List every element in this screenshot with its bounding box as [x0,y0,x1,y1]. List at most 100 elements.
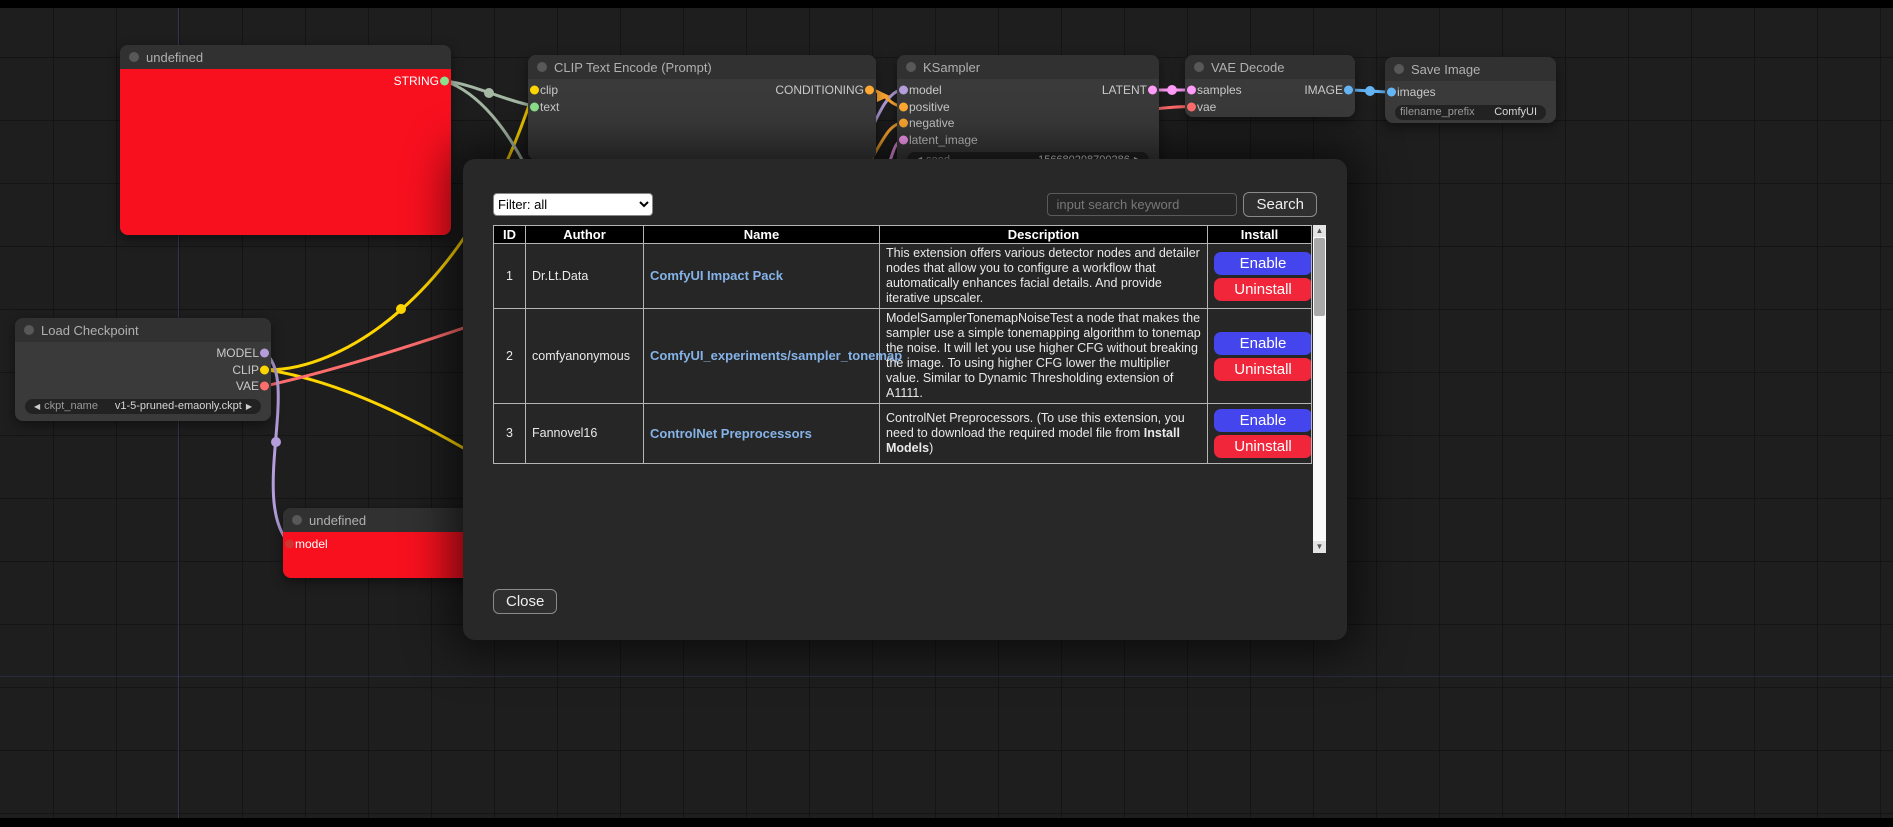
node-title-bar[interactable]: CLIP Text Encode (Prompt) [528,55,876,79]
collapse-dot-icon[interactable] [1394,64,1404,74]
input-slot-label: model [909,83,942,97]
input-port-text[interactable] [530,102,539,111]
cell-author: Fannovel16 [526,404,644,464]
filename-prefix-widget[interactable]: filename_prefix ComfyUI [1395,105,1546,120]
col-header-install: Install [1208,226,1312,244]
ckpt-name-widget[interactable]: ◀ ckpt_name v1-5-pruned-emaonly.ckpt ▶ [25,399,261,414]
node-title-bar[interactable]: VAE Decode [1185,55,1355,79]
node-title-bar[interactable]: undefined [283,508,483,532]
cell-id: 2 [494,309,526,404]
extensions-table: ID Author Name Description Install 1 Dr.… [493,225,1312,464]
node-title-bar[interactable]: undefined [120,45,451,69]
pack-link[interactable]: ComfyUI_experiments/sampler_tonemap [650,348,902,363]
collapse-dot-icon[interactable] [537,62,547,72]
input-port-images[interactable] [1387,88,1396,97]
node-clip-text-encode[interactable]: CLIP Text Encode (Prompt) clip CONDITION… [528,55,876,160]
output-port-model[interactable] [260,349,269,358]
widget-value[interactable]: v1-5-pruned-emaonly.ckpt [98,400,242,412]
cell-description: This extension offers various detector n… [880,244,1208,309]
input-slot-label: negative [909,116,954,130]
input-slot-label: model [295,537,328,551]
node-title: Save Image [1411,62,1480,77]
node-title: KSampler [923,60,980,75]
widget-label: ckpt_name [44,400,98,412]
scrollbar-thumb[interactable] [1314,238,1325,316]
collapse-dot-icon[interactable] [292,515,302,525]
node-title-bar[interactable]: Load Checkpoint [15,318,271,342]
input-slot-label: images [1397,85,1436,99]
node-title-bar[interactable]: KSampler [897,55,1159,79]
pack-link[interactable]: ComfyUI Impact Pack [650,268,783,283]
node-save-image[interactable]: Save Image images filename_prefix ComfyU… [1385,57,1556,123]
canvas-origin-hline [0,676,1893,677]
output-slot-label: CLIP [232,363,259,377]
node-ksampler[interactable]: KSampler model LATENT positive negative … [897,55,1159,168]
input-port-model[interactable] [899,86,908,95]
node-title-bar[interactable]: Save Image [1385,57,1556,81]
input-slot-label: clip [540,83,558,97]
output-port-image[interactable] [1344,86,1353,95]
input-port-model[interactable] [285,540,294,549]
input-slot-label: samples [1197,83,1242,97]
enable-button[interactable]: Enable [1214,332,1312,355]
uninstall-button[interactable]: Uninstall [1214,358,1312,381]
cell-description: ControlNet Preprocessors. (To use this e… [880,404,1208,464]
decrement-arrow-icon[interactable]: ◀ [30,402,44,411]
increment-arrow-icon[interactable]: ▶ [242,402,256,411]
node-title: Load Checkpoint [41,323,139,338]
output-port-clip[interactable] [260,365,269,374]
cell-install: Enable Uninstall [1208,309,1312,404]
input-port-samples[interactable] [1187,86,1196,95]
cell-id: 1 [494,244,526,309]
collapse-dot-icon[interactable] [129,52,139,62]
col-header-name: Name [644,226,880,244]
collapse-dot-icon[interactable] [1194,62,1204,72]
input-slot-label: positive [909,100,950,114]
node-undefined-top[interactable]: undefined STRING [120,45,451,235]
node-undefined-bottom[interactable]: undefined model [283,508,483,578]
enable-button[interactable]: Enable [1214,409,1312,432]
pack-link[interactable]: ControlNet Preprocessors [650,426,812,441]
enable-button[interactable]: Enable [1214,252,1312,275]
input-port-latent-image[interactable] [899,135,908,144]
close-button[interactable]: Close [493,589,557,614]
search-group: Search [1047,192,1317,217]
input-port-clip[interactable] [530,86,539,95]
cell-author: comfyanonymous [526,309,644,404]
cell-id: 3 [494,404,526,464]
input-slot-label: vae [1197,100,1216,114]
output-port-latent[interactable] [1148,86,1157,95]
extensions-table-wrap: ID Author Name Description Install 1 Dr.… [493,225,1317,553]
output-port-string[interactable] [440,77,449,86]
col-header-id: ID [494,226,526,244]
table-scrollbar[interactable]: ▲ ▼ [1313,225,1326,553]
table-row: 1 Dr.Lt.Data ComfyUI Impact Pack This ex… [494,244,1312,309]
input-port-positive[interactable] [899,102,908,111]
output-port-vae[interactable] [260,382,269,391]
cell-install: Enable Uninstall [1208,404,1312,464]
filter-select[interactable]: Filter: all [493,193,653,216]
scroll-down-icon[interactable]: ▼ [1313,541,1326,553]
table-row: 2 comfyanonymous ComfyUI_experiments/sam… [494,309,1312,404]
dialog-toolbar: Filter: all Search [493,192,1317,217]
node-title: CLIP Text Encode (Prompt) [554,60,712,75]
input-port-negative[interactable] [899,119,908,128]
col-header-description: Description [880,226,1208,244]
widget-value[interactable]: ComfyUI [1475,106,1541,118]
error-node-body: STRING [120,69,451,235]
scroll-up-icon[interactable]: ▲ [1313,225,1326,237]
custom-nodes-manager-dialog: Filter: all Search ID Author Name Descri… [463,159,1347,640]
search-button[interactable]: Search [1243,192,1317,217]
collapse-dot-icon[interactable] [24,325,34,335]
output-slot-label: LATENT [1102,83,1147,97]
output-port-conditioning[interactable] [865,86,874,95]
node-vae-decode[interactable]: VAE Decode samples IMAGE vae [1185,55,1355,117]
search-input[interactable] [1047,193,1237,216]
uninstall-button[interactable]: Uninstall [1214,278,1312,301]
table-row: 3 Fannovel16 ControlNet Preprocessors Co… [494,404,1312,464]
node-load-checkpoint[interactable]: Load Checkpoint MODEL CLIP VAE ◀ ckpt_na… [15,318,271,421]
input-slot-label: text [540,100,559,114]
uninstall-button[interactable]: Uninstall [1214,435,1312,458]
collapse-dot-icon[interactable] [906,62,916,72]
input-port-vae[interactable] [1187,102,1196,111]
